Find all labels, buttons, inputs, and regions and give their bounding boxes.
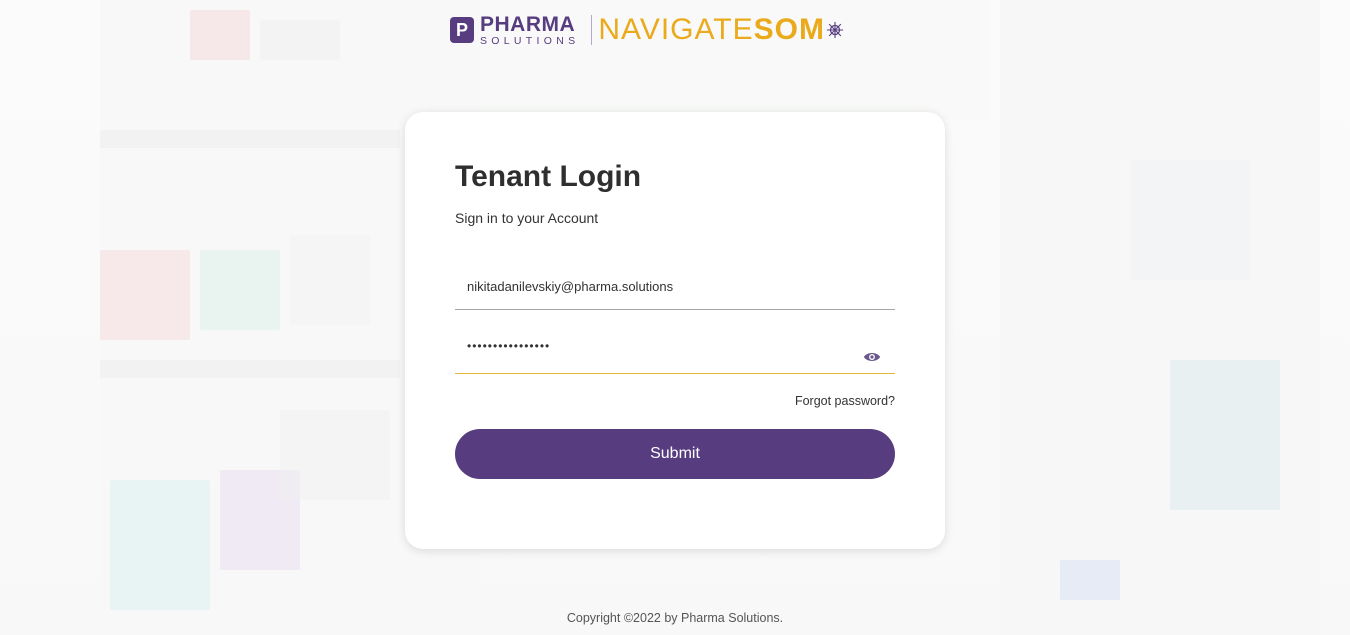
pharma-solutions-wordmark: PHARMA SOLUTIONS (480, 14, 579, 47)
email-field-container (455, 269, 895, 310)
pharma-wordmark-text: PHARMA (480, 12, 576, 36)
brand-logo: P PHARMA SOLUTIONS NAVIGATESOM (450, 12, 844, 48)
forgot-password-link[interactable]: Forgot password? (795, 394, 895, 408)
login-card: Tenant Login Sign in to your Account For… (405, 112, 945, 549)
page-subtitle: Sign in to your Account (455, 210, 599, 226)
password-field[interactable] (467, 339, 847, 353)
password-field-container (455, 333, 895, 374)
email-field[interactable] (467, 279, 847, 294)
copyright-text: Copyright ©2022 by Pharma Solutions. (566, 611, 784, 625)
solutions-wordmark-text: SOLUTIONS (480, 34, 580, 47)
submit-button[interactable]: Submit (455, 429, 895, 479)
page-title: Tenant Login (455, 160, 642, 193)
logo-divider (591, 15, 593, 45)
navigate-text: NAVIGATE (598, 13, 754, 46)
som-text: SOM (753, 13, 825, 46)
eye-icon[interactable] (863, 351, 881, 363)
pharma-solutions-logo-icon: P (450, 17, 474, 43)
login-page: P PHARMA SOLUTIONS NAVIGATESOM Tenant Lo… (0, 0, 1350, 635)
navigatesom-wordmark: NAVIGATESOM (598, 15, 825, 45)
ship-wheel-icon (826, 21, 844, 39)
